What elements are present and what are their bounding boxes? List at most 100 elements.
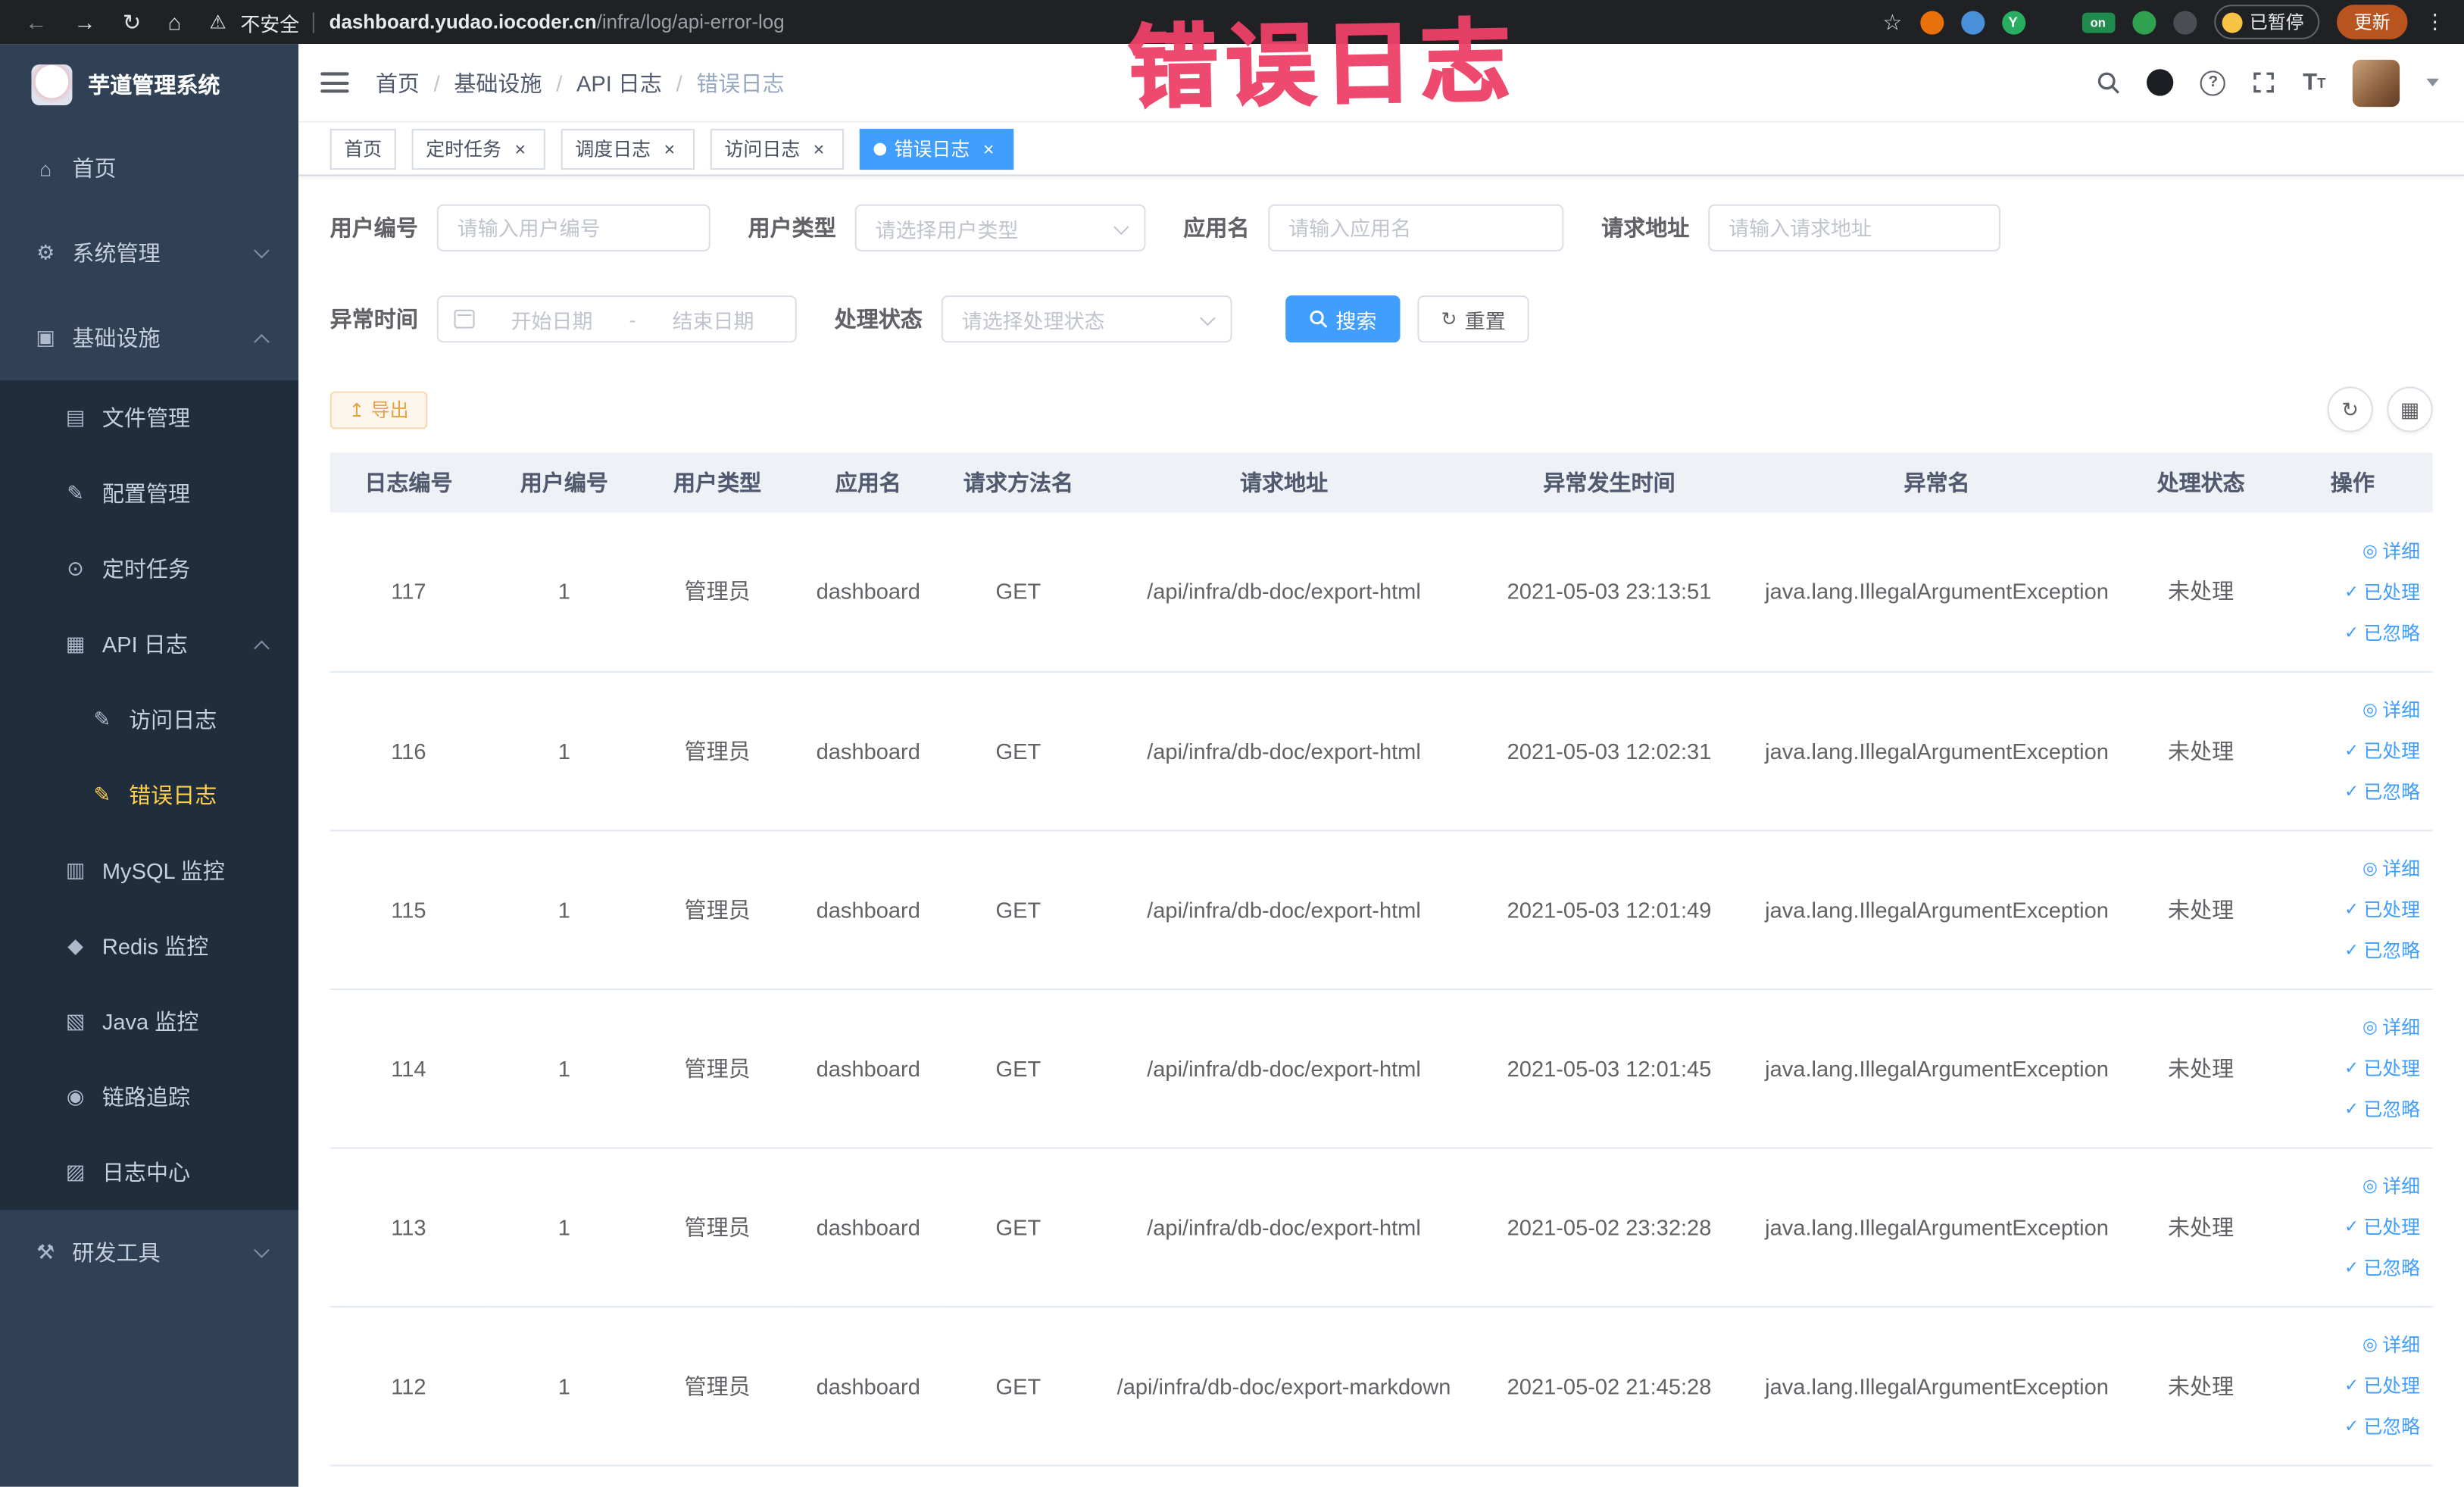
address-bar[interactable]: ⚠ 不安全 dashboard.yudao.iocoder.cn/infra/l… [209,7,1882,36]
github-icon[interactable] [2147,69,2174,96]
action-detail-link[interactable]: ◎ 详细 [2278,1324,2420,1365]
cell-exception: java.lang.IllegalArgumentException [1744,988,2130,1148]
extension-icon[interactable]: Y [2001,10,2025,34]
sidebar-collapse-icon[interactable] [320,72,349,93]
check-icon: ✓ [2344,623,2359,643]
action-processed-link[interactable]: ✓ 已处理 [2278,1206,2420,1247]
user-id-input[interactable] [436,204,710,251]
sidebar-item-file[interactable]: ▤ 文件管理 [0,380,298,456]
sidebar-item-devtools[interactable]: ⚒ 研发工具 [0,1211,298,1295]
browser-home-icon[interactable]: ⌂ [167,11,181,33]
action-ignored-link[interactable]: ✓ 已忽略 [2278,1247,2420,1288]
paused-badge[interactable]: 已暂停 [2213,5,2320,39]
table-toolbar: ↥ 导出 ↻ ▦ [329,386,2433,433]
sidebar-item-infra[interactable]: ▣ 基础设施 [0,295,298,380]
reset-button[interactable]: ↻ 重置 [1417,295,1529,343]
browser-back-icon[interactable]: ← [25,11,47,33]
sidebar-item-label: 首页 [72,155,117,181]
check-icon: ✓ [2344,583,2359,602]
process-status-select[interactable]: 请选择处理状态 [941,295,1232,343]
action-processed-link[interactable]: ✓ 已处理 [2278,1365,2420,1406]
browser-forward-icon[interactable]: → [74,11,96,33]
app-logo[interactable]: 芋道管理系统 [0,44,298,126]
sidebar-item-config[interactable]: ✎ 配置管理 [0,456,298,532]
address-divider [313,11,315,33]
action-detail-link[interactable]: ◎ 详细 [2278,848,2420,889]
table-refresh-button[interactable]: ↻ [2327,386,2373,433]
breadcrumb-item[interactable]: API 日志 [576,67,662,98]
action-label: 已忽略 [2363,622,2421,645]
search-button[interactable]: 搜索 [1285,295,1401,343]
tools-icon: ⚒ [36,1239,55,1264]
bookmark-star-icon[interactable]: ☆ [1882,8,1902,35]
font-size-icon[interactable]: TT [2303,69,2325,95]
tags-view-tab[interactable]: 调度日志 × [561,128,695,170]
sidebar-item-log-center[interactable]: ▨ 日志中心 [0,1135,298,1211]
action-ignored-link[interactable]: ✓ 已忽略 [2278,612,2420,653]
calendar-icon [454,309,475,329]
extension-icon[interactable] [2172,10,2197,34]
sidebar-item-home[interactable]: ⌂ 首页 [0,126,298,211]
tags-view-tab[interactable]: 首页 [329,128,396,170]
export-button[interactable]: ↥ 导出 [329,390,428,429]
extension-icon[interactable] [1919,10,1944,34]
action-detail-link[interactable]: ◎ 详细 [2278,1165,2420,1206]
sidebar-item-mysql[interactable]: ▥ MySQL 监控 [0,833,298,909]
action-processed-link[interactable]: ✓ 已处理 [2278,1048,2420,1089]
browser-update-button[interactable]: 更新 [2337,5,2408,39]
cell-exception: java.lang.IllegalArgumentException [1744,829,2130,990]
action-ignored-link[interactable]: ✓ 已忽略 [2278,771,2420,812]
breadcrumb-item[interactable]: 首页 [376,67,420,98]
tags-view-tab[interactable]: 访问日志 × [710,128,845,170]
user-avatar[interactable] [2352,58,2400,107]
tab-close-icon[interactable]: × [509,138,531,160]
tab-close-icon[interactable]: × [658,138,680,160]
action-ignored-link[interactable]: ✓ 已忽略 [2278,929,2420,970]
app-name-input[interactable] [1268,204,1564,251]
error-log-table: 日志编号 用户编号 用户类型 应用名 请求方法名 请求地址 异常发生时间 异常名 处理状态 操作 … [329,452,2433,1466]
column-settings-button[interactable]: ▦ [2387,386,2433,433]
fullscreen-icon[interactable] [2253,70,2276,94]
table-row: 114 1 管理员 dashboard GET/api/infra/db-doc/exp… [329,988,2433,1148]
date-range-picker[interactable]: 开始日期 - 结束日期 [436,295,797,343]
extension-icon[interactable] [1960,10,1985,34]
sidebar-item-redis[interactable]: ◆ Redis 监控 [0,908,298,984]
cell-user_id: 1 [487,1306,642,1466]
action-ignored-link[interactable]: ✓ 已忽略 [2278,1406,2420,1447]
browser-refresh-icon[interactable]: ↻ [123,11,141,33]
help-icon[interactable]: ? [2200,70,2226,95]
avatar-dropdown-icon[interactable] [2426,78,2439,87]
cell-actions: ◎ 详细 ✓ 已处理 ✓ 已忽略 [2272,670,2433,831]
extension-icon[interactable] [2131,10,2156,34]
redis-icon: ◆ [67,933,83,957]
sidebar-item-java[interactable]: ▧ Java 监控 [0,984,298,1060]
sidebar-item-api-log[interactable]: ▦ API 日志 [0,607,298,683]
tab-close-icon[interactable]: × [978,138,1000,160]
request-url-input[interactable] [1708,204,2001,251]
tab-close-icon[interactable]: × [808,138,830,160]
action-label: 已忽略 [2363,1098,2421,1121]
breadcrumb-item[interactable]: 基础设施 [454,67,542,98]
action-processed-link[interactable]: ✓ 已处理 [2278,571,2420,612]
sidebar-item-access-log[interactable]: ✎ 访问日志 [0,682,298,758]
action-detail-link[interactable]: ◎ 详细 [2278,689,2420,730]
action-label: 已处理 [2363,1375,2421,1398]
search-icon[interactable] [2097,70,2120,94]
sidebar-item-job[interactable]: ⊙ 定时任务 [0,531,298,607]
tags-view-tab[interactable]: 定时任务 × [411,128,545,170]
extension-icon[interactable]: on [2081,11,2115,33]
sidebar-item-trace[interactable]: ◉ 链路追踪 [0,1059,298,1135]
tags-view-tab-active[interactable]: 错误日志 × [859,128,1014,170]
user-type-select[interactable]: 请选择用户类型 [854,204,1146,251]
action-ignored-link[interactable]: ✓ 已忽略 [2278,1089,2420,1129]
action-processed-link[interactable]: ✓ 已处理 [2278,730,2420,771]
sidebar-item-error-log[interactable]: ✎ 错误日志 [0,758,298,833]
cell-status: 未处理 [2129,829,2273,990]
action-detail-link[interactable]: ◎ 详细 [2278,1007,2420,1048]
browser-menu-icon[interactable]: ⋮ [2425,9,2445,34]
action-processed-link[interactable]: ✓ 已处理 [2278,889,2420,929]
submenu: ✎ 访问日志 ✎ 错误日志 [0,682,299,833]
sidebar-item-system[interactable]: ⚙ 系统管理 [0,211,298,295]
action-detail-link[interactable]: ◎ 详细 [2278,530,2420,571]
extension-grid-icon[interactable] [2042,11,2064,33]
